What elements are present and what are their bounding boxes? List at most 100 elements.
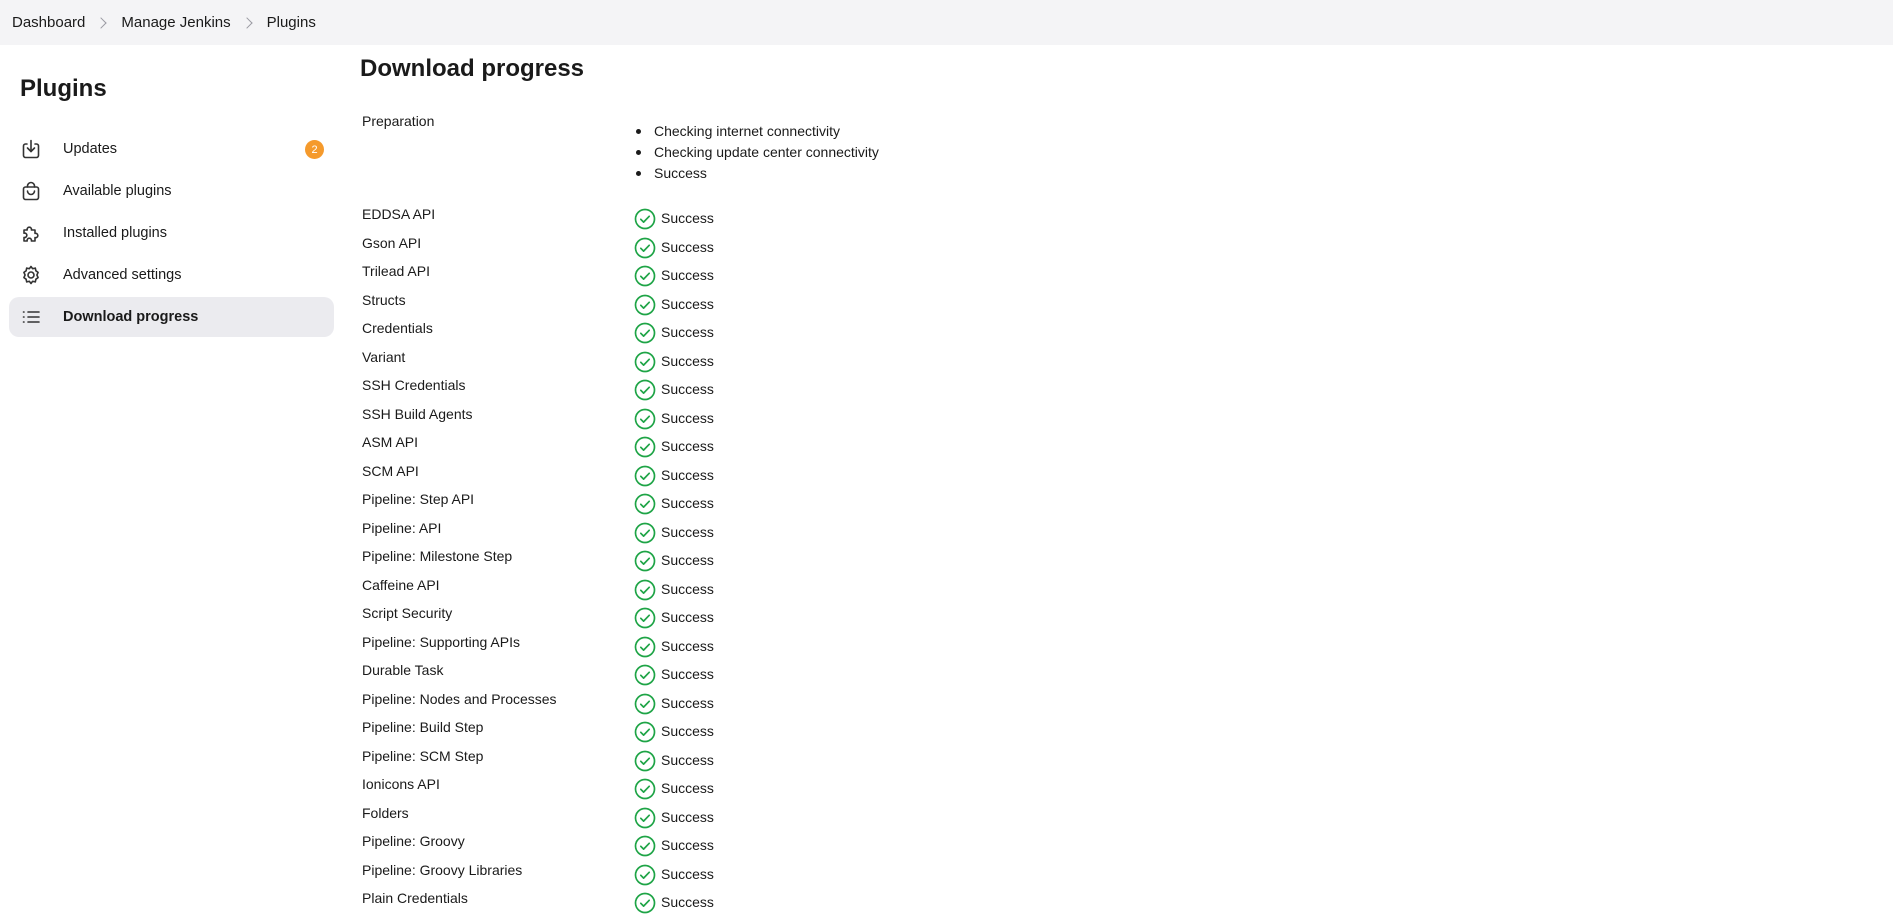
check-circle-icon [634, 520, 661, 544]
sidebar-item-advanced-settings[interactable]: Advanced settings [9, 255, 334, 295]
plugin-status: Success [634, 691, 714, 715]
check-circle-icon [634, 662, 661, 686]
check-circle-icon [634, 292, 661, 316]
check-circle-icon [634, 463, 661, 487]
shopping-bag-icon [20, 180, 42, 202]
plugin-status-text: Success [661, 609, 714, 625]
plugin-name: Credentials [362, 320, 433, 336]
plugin-row: Pipeline: Step API Success [362, 491, 1262, 520]
plugin-row: Plain Credentials Success [362, 890, 1262, 919]
plugin-name: Pipeline: Supporting APIs [362, 633, 520, 650]
plugin-status-text: Success [661, 723, 714, 739]
plugin-status: Success [634, 434, 714, 458]
plugin-status-text: Success [661, 295, 714, 312]
top-bar: Dashboard Manage Jenkins Plugins [0, 0, 1893, 45]
preparation-label: Preparation [362, 113, 435, 129]
plugin-name: Pipeline: Groovy Libraries [362, 861, 523, 878]
breadcrumb-plugins[interactable]: Plugins [267, 14, 316, 31]
check-circle-icon [634, 805, 661, 829]
plugin-row: Pipeline: SCM Step Success [362, 748, 1262, 777]
check-circle-icon [634, 406, 661, 430]
plugin-status: Success [634, 577, 714, 601]
check-circle-icon [634, 434, 661, 458]
plugin-status: Success [634, 833, 714, 857]
plugin-status-text: Success [661, 837, 714, 853]
plugin-status-text: Success [661, 865, 714, 882]
chevron-right-icon [95, 16, 108, 29]
plugin-status-text: Success [661, 495, 714, 511]
sidebar-item-download-progress[interactable]: Download progress [9, 297, 334, 337]
plugin-row: Pipeline: Groovy Libraries Success [362, 862, 1262, 891]
plugin-name: Trilead API [362, 263, 430, 279]
sidebar-item-label: Available plugins [63, 183, 172, 199]
chevron-right-icon [240, 16, 253, 29]
check-circle-icon [634, 491, 661, 515]
check-circle-icon [634, 691, 661, 715]
sidebar-item-label: Installed plugins [63, 225, 167, 241]
plugin-row: Folders Success [362, 805, 1262, 834]
plugin-status: Success [634, 890, 714, 914]
plugin-name: Pipeline: Groovy [362, 833, 465, 849]
list-icon [20, 306, 42, 328]
plugin-status: Success [634, 349, 714, 373]
check-circle-icon [634, 206, 661, 230]
plugin-status-text: Success [661, 552, 714, 568]
download-icon [20, 138, 42, 160]
plugin-row: Ionicons API Success [362, 776, 1262, 805]
updates-count-badge: 2 [305, 140, 324, 159]
plugin-row: ASM API Success [362, 434, 1262, 463]
plugin-name: Script Security [362, 605, 453, 621]
plugin-row: Pipeline: Groovy Success [362, 833, 1262, 862]
sidebar-item-updates[interactable]: Updates 2 [9, 129, 334, 169]
plugin-status: Success [634, 491, 714, 515]
plugin-status-text: Success [661, 210, 714, 226]
plugin-status: Success [634, 862, 714, 886]
sidebar-item-installed-plugins[interactable]: Installed plugins [9, 213, 334, 253]
plugin-status: Success [634, 320, 714, 344]
sidebar-item-label: Updates [63, 141, 118, 157]
plugin-status-text: Success [661, 352, 714, 369]
plugin-row: SSH Credentials Success [362, 377, 1262, 406]
plugin-status: Success [634, 548, 714, 572]
page-title: Download progress [360, 55, 585, 82]
plugin-row: Pipeline: API Success [362, 520, 1262, 549]
plugin-row: Trilead API Success [362, 263, 1262, 292]
plugin-status-text: Success [661, 580, 714, 597]
plugin-status-text: Success [661, 238, 714, 255]
plugin-name: Folders [362, 804, 409, 821]
plugin-status: Success [634, 206, 714, 230]
plugin-status: Success [634, 463, 714, 487]
plugin-row: Structs Success [362, 292, 1262, 321]
check-circle-icon [634, 235, 661, 259]
plugin-status-text: Success [661, 694, 714, 711]
breadcrumb-dashboard[interactable]: Dashboard [12, 14, 85, 31]
plugin-row: Pipeline: Supporting APIs Success [362, 634, 1262, 663]
sidebar-item-available-plugins[interactable]: Available plugins [9, 171, 334, 211]
plugin-row: Credentials Success [362, 320, 1262, 349]
plugin-status-text: Success [661, 466, 714, 483]
check-circle-icon [634, 605, 661, 629]
plugin-status: Success [634, 776, 714, 800]
plugin-name: Ionicons API [362, 776, 440, 792]
preparation-step: Checking internet connectivity [634, 121, 879, 142]
sidebar: Plugins Updates 2 Available plugins Inst… [0, 45, 340, 907]
check-circle-icon [634, 349, 661, 373]
puzzle-icon [20, 222, 42, 244]
check-circle-icon [634, 634, 661, 658]
plugin-status-text: Success [661, 523, 714, 540]
plugin-name: ASM API [362, 434, 419, 450]
plugin-name: Variant [362, 348, 406, 365]
check-circle-icon [634, 548, 661, 572]
plugin-status-text: Success [661, 666, 714, 682]
preparation-step: Success [634, 163, 879, 184]
plugin-name: EDDSA API [362, 206, 436, 222]
plugin-name: Pipeline: Nodes and Processes [362, 690, 557, 707]
plugin-status-text: Success [661, 324, 714, 340]
breadcrumb-manage-jenkins[interactable]: Manage Jenkins [121, 14, 230, 31]
preparation-step: Checking update center connectivity [634, 142, 879, 163]
plugin-name: SCM API [362, 462, 419, 479]
plugin-status: Success [634, 748, 714, 772]
gear-icon [20, 264, 42, 286]
plugin-status: Success [634, 605, 714, 629]
check-circle-icon [634, 862, 661, 886]
